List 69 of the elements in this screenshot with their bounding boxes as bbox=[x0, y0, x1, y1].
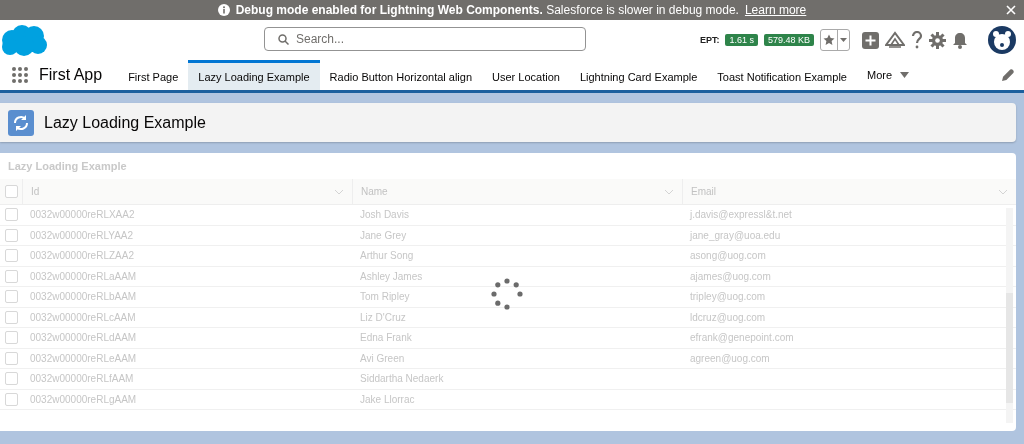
caret-icon bbox=[840, 38, 847, 42]
bell-icon[interactable] bbox=[952, 31, 968, 49]
table-cell: Avi Green bbox=[360, 352, 405, 364]
learn-more-link[interactable]: Learn more bbox=[744, 3, 807, 17]
nav-tab[interactable]: Lazy Loading Example bbox=[188, 60, 320, 90]
close-icon[interactable] bbox=[1006, 5, 1016, 15]
row-checkbox[interactable] bbox=[5, 208, 18, 222]
chevron-down-icon[interactable] bbox=[334, 188, 344, 195]
row-checkbox[interactable] bbox=[5, 228, 18, 242]
table-cell: 0032w00000reRLYAA2 bbox=[30, 229, 134, 241]
table-cell: Arthur Song bbox=[360, 250, 414, 262]
table-cell: ldcruz@uog.com bbox=[690, 311, 766, 323]
star-icon bbox=[823, 34, 835, 46]
row-checkbox[interactable] bbox=[5, 310, 18, 324]
table-cell: 0032w00000reRLXAA2 bbox=[30, 209, 135, 221]
table-cell: 0032w00000reRLgAAM bbox=[30, 393, 137, 405]
table-cell: 0032w00000reRLbAAM bbox=[30, 291, 137, 303]
table-cell: ajames@uog.com bbox=[690, 270, 771, 282]
table-cell: 0032w00000reRLZAA2 bbox=[30, 250, 134, 262]
more-menu[interactable]: More bbox=[856, 60, 920, 90]
row-checkbox[interactable] bbox=[5, 351, 18, 365]
avatar-icon[interactable] bbox=[988, 26, 1016, 54]
table-cell: 0032w00000reRLfAAM bbox=[30, 373, 134, 385]
help-icon[interactable] bbox=[911, 31, 923, 49]
row-checkbox[interactable] bbox=[5, 249, 18, 263]
nav-tab[interactable]: Radio Button Horizontal align bbox=[319, 60, 483, 90]
table-cell: 0032w00000reRLcAAM bbox=[30, 311, 136, 323]
nav-tab[interactable]: Lightning Card Example bbox=[569, 60, 708, 90]
table-cell: Jake Llorrac bbox=[360, 393, 415, 405]
table-cell: j.davis@expressl&t.net bbox=[690, 209, 792, 221]
row-checkbox[interactable] bbox=[5, 290, 18, 304]
table-cell: Edna Frank bbox=[360, 332, 412, 344]
nav-tab[interactable]: First Page bbox=[118, 60, 189, 90]
chevron-down-icon[interactable] bbox=[998, 188, 1008, 195]
cloud-logo[interactable] bbox=[0, 23, 48, 57]
row-checkbox[interactable] bbox=[5, 392, 18, 406]
table-cell: 0032w00000reRLdAAM bbox=[30, 332, 137, 344]
scrollbar[interactable] bbox=[1006, 208, 1013, 423]
pencil-icon[interactable] bbox=[1002, 69, 1014, 81]
row-checkbox[interactable] bbox=[5, 269, 18, 283]
table-cell: agreen@uog.com bbox=[690, 352, 770, 364]
row-checkbox[interactable] bbox=[5, 372, 18, 386]
page-title: Lazy Loading Example bbox=[44, 113, 206, 132]
ept-size: 579.48 KB bbox=[763, 34, 814, 46]
ept-time: 1.61 s bbox=[725, 34, 758, 46]
info-icon bbox=[217, 4, 230, 16]
chevron-down-icon[interactable] bbox=[664, 188, 674, 195]
search-field[interactable]: Search... bbox=[264, 27, 586, 51]
ept-label: EPT: bbox=[699, 35, 720, 45]
table-cell: Ashley James bbox=[360, 270, 423, 282]
table-cell: 0032w00000reRLeAAM bbox=[30, 352, 137, 364]
favorites-button[interactable] bbox=[820, 29, 850, 51]
page-icon bbox=[8, 109, 34, 136]
table-cell: 0032w00000reRLaAAM bbox=[30, 270, 137, 282]
table-cell: tripley@uog.com bbox=[690, 291, 766, 303]
table-cell: efrank@genepoint.com bbox=[690, 332, 794, 344]
table-cell: Liz D'Cruz bbox=[360, 311, 406, 323]
caret-icon bbox=[900, 72, 910, 78]
select-all-checkbox[interactable] bbox=[5, 185, 18, 198]
settings-icon[interactable] bbox=[929, 31, 946, 49]
tent-icon[interactable] bbox=[885, 31, 905, 49]
table-cell: jane_gray@uoa.edu bbox=[690, 229, 781, 241]
debug-message: Debug mode enabled for Lightning Web Components. Salesforce is slower in debug mode. bbox=[235, 3, 739, 17]
nav-tab[interactable]: Toast Notification Example bbox=[707, 60, 857, 90]
row-checkbox[interactable] bbox=[5, 331, 18, 345]
plus-icon[interactable] bbox=[862, 31, 879, 49]
app-name: First App bbox=[39, 66, 103, 84]
app-launcher-icon[interactable] bbox=[11, 66, 29, 84]
nav-tab[interactable]: User Location bbox=[482, 60, 570, 90]
